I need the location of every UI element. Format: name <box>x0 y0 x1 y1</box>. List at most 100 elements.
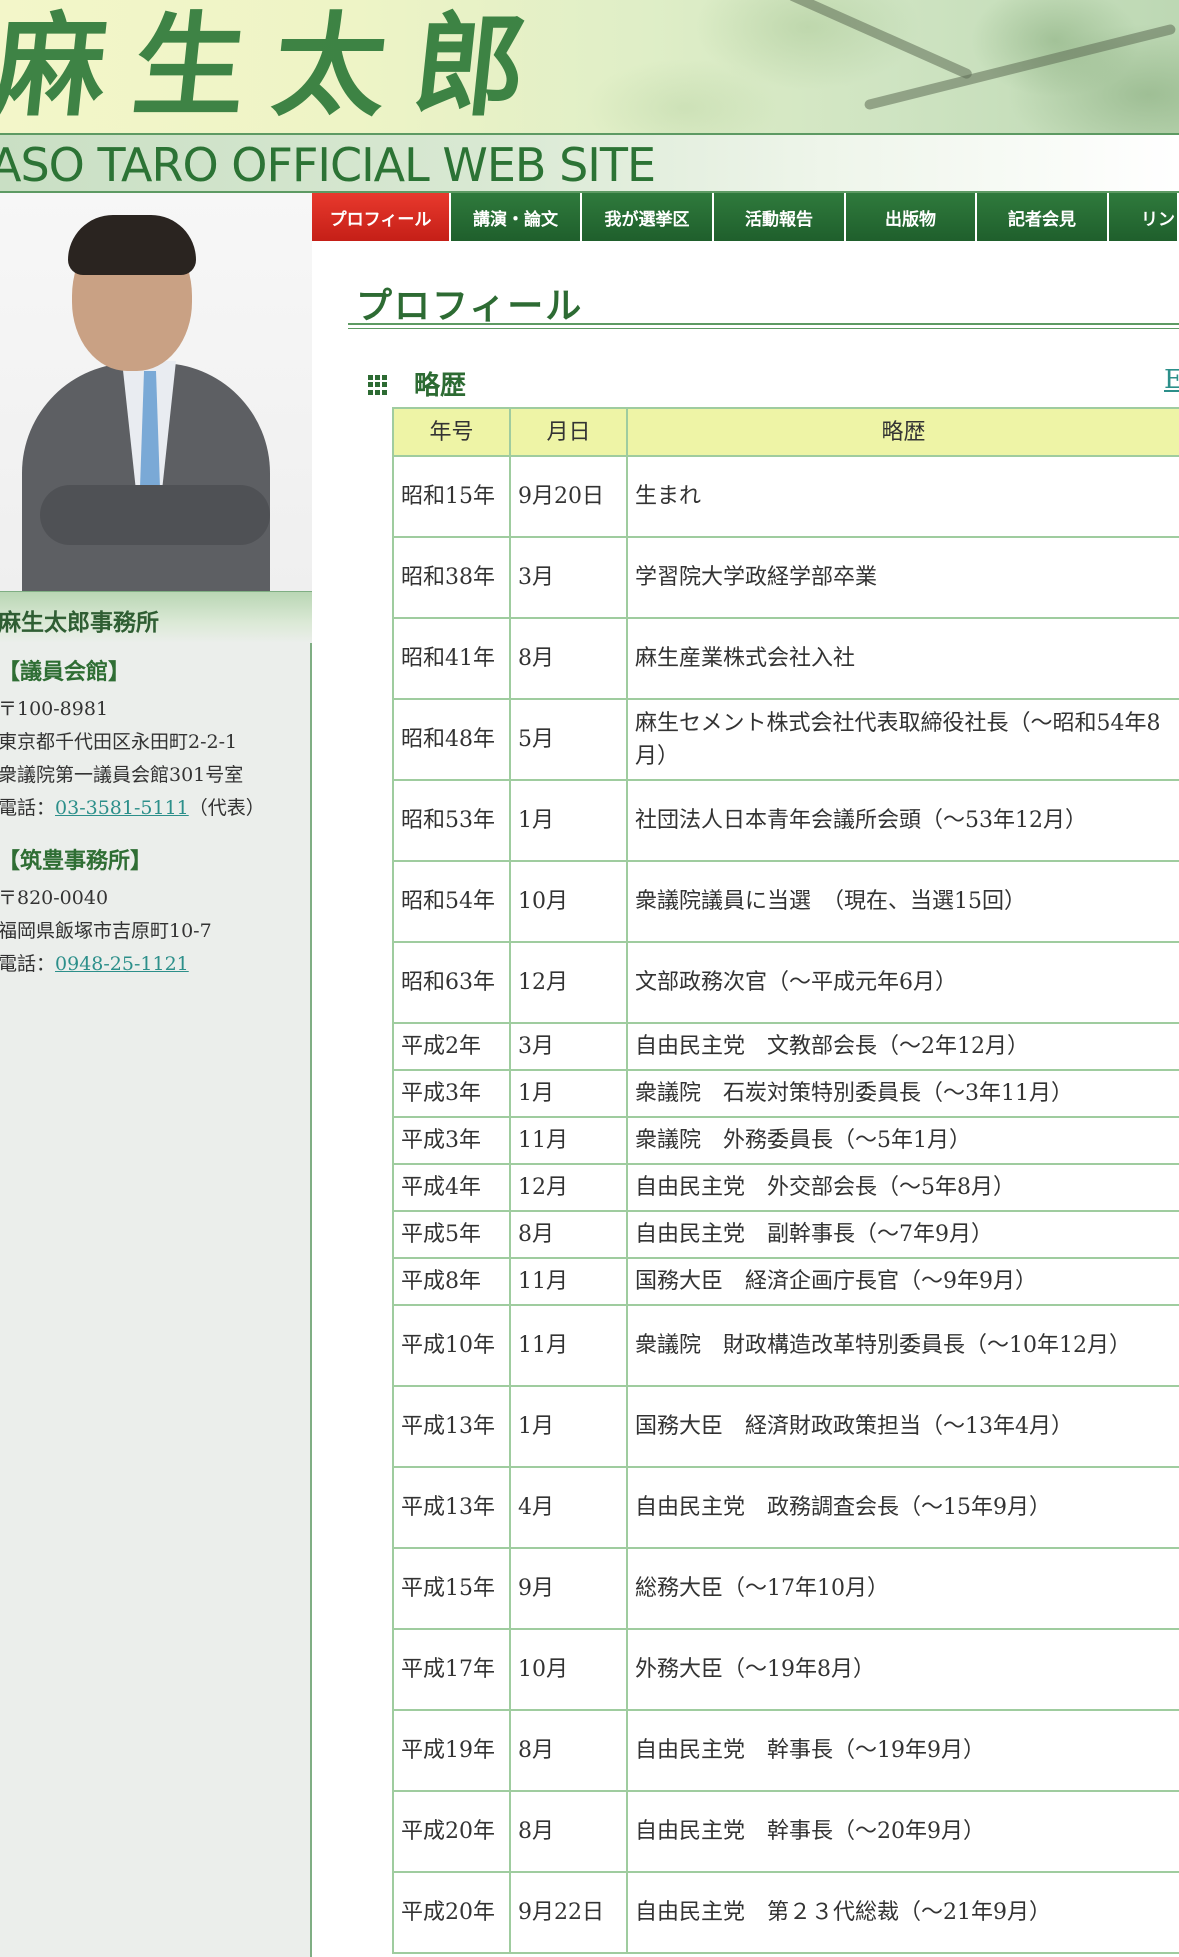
event-cell: 衆議院 外務委員長（〜5年1月） <box>626 1116 1179 1165</box>
grid-icon <box>368 375 388 395</box>
office-title: 麻生太郎事務所 <box>0 609 159 636</box>
event-cell: 文部政務次官（〜平成元年6月） <box>626 941 1179 1024</box>
year-cell: 平成13年 <box>392 1466 511 1549</box>
table-row: 平成17年 10月 外務大臣（〜19年8月） <box>392 1628 1179 1711</box>
date-cell: 1月 <box>509 1385 628 1468</box>
date-cell: 12月 <box>509 941 628 1024</box>
year-cell: 昭和41年 <box>392 617 511 700</box>
phone-suffix: （代表） <box>188 797 265 819</box>
year-cell: 昭和38年 <box>392 536 511 619</box>
phone-link[interactable]: 0948-25-1121 <box>55 953 189 975</box>
table-row: 昭和38年 3月 学習院大学政経学部卒業 <box>392 536 1179 619</box>
phone-label: 電話： <box>0 797 56 819</box>
tab-constituency[interactable]: 我が選挙区 <box>582 193 714 241</box>
phone-label: 電話： <box>0 953 56 975</box>
event-cell: 自由民主党 副幹事長（〜7年9月） <box>626 1210 1179 1259</box>
event-cell: 生まれ <box>626 455 1179 538</box>
year-cell: 昭和54年 <box>392 860 511 943</box>
table-row: 平成4年 12月 自由民主党 外交部会長（〜5年8月） <box>392 1163 1179 1212</box>
date-cell: 9月22日 <box>509 1871 628 1954</box>
year-cell: 平成19年 <box>392 1709 511 1792</box>
table-row: 昭和54年 10月 衆議院議員に当選 （現在、当選15回） <box>392 860 1179 943</box>
year-cell: 昭和15年 <box>392 455 511 538</box>
tab-publications[interactable]: 出版物 <box>846 193 977 241</box>
tab-activity-report[interactable]: 活動報告 <box>714 193 846 241</box>
date-cell: 9月20日 <box>509 455 628 538</box>
postal-code: 〒100-8981 <box>0 698 109 720</box>
year-cell: 平成15年 <box>392 1547 511 1630</box>
history-table: 年号 月日 略歴 昭和15年 9月20日 生まれ 昭和38年 3月 学習院大学政経学部卒業… <box>392 407 1179 1954</box>
table-row: 平成13年 4月 自由民主党 政務調査会長（〜15年9月） <box>392 1466 1179 1549</box>
title-divider <box>348 323 1179 329</box>
event-cell: 自由民主党 幹事長（〜19年9月） <box>626 1709 1179 1792</box>
year-cell: 平成5年 <box>392 1210 511 1259</box>
event-cell: 国務大臣 経済企画庁長官（〜9年9月） <box>626 1257 1179 1306</box>
table-row: 平成5年 8月 自由民主党 副幹事長（〜7年9月） <box>392 1210 1179 1259</box>
date-cell: 12月 <box>509 1163 628 1212</box>
event-cell: 自由民主党 文教部会長（〜2年12月） <box>626 1022 1179 1071</box>
date-cell: 8月 <box>509 1790 628 1873</box>
date-cell: 11月 <box>509 1304 628 1387</box>
year-cell: 平成17年 <box>392 1628 511 1711</box>
table-row: 平成13年 1月 国務大臣 経済財政政策担当（〜13年4月） <box>392 1385 1179 1468</box>
event-cell: 衆議院議員に当選 （現在、当選15回） <box>626 860 1179 943</box>
event-cell: 衆議院 財政構造改革特別委員長（〜10年12月） <box>626 1304 1179 1387</box>
table-row: 昭和41年 8月 麻生産業株式会社入社 <box>392 617 1179 700</box>
table-row: 平成3年 11月 衆議院 外務委員長（〜5年1月） <box>392 1116 1179 1165</box>
page-title: プロフィール <box>356 286 584 327</box>
event-cell: 自由民主党 第２３代総裁（〜21年9月） <box>626 1871 1179 1954</box>
english-link[interactable]: E <box>1164 365 1179 395</box>
event-cell: 自由民主党 外交部会長（〜5年8月） <box>626 1163 1179 1212</box>
office-name: 【筑豊事務所】 <box>0 848 153 874</box>
table-body: 昭和15年 9月20日 生まれ 昭和38年 3月 学習院大学政経学部卒業 昭和41年 8月 麻生… <box>392 455 1179 1954</box>
address-line: 衆議院第一議員会館301号室 <box>0 764 244 786</box>
table-row: 平成20年 8月 自由民主党 幹事長（〜20年9月） <box>392 1790 1179 1873</box>
tab-links[interactable]: リン <box>1109 193 1179 241</box>
date-cell: 9月 <box>509 1547 628 1630</box>
year-cell: 平成3年 <box>392 1116 511 1165</box>
date-cell: 3月 <box>509 536 628 619</box>
tab-press-conference[interactable]: 記者会見 <box>977 193 1109 241</box>
section-title: 略歴 <box>414 371 467 401</box>
main-nav: プロフィール 講演・論文 我が選挙区 活動報告 出版物 記者会見 リン <box>312 193 1179 241</box>
year-cell: 昭和48年 <box>392 698 511 781</box>
date-cell: 1月 <box>509 1069 628 1118</box>
office-name: 【議員会館】 <box>0 659 131 685</box>
event-cell: 麻生産業株式会社入社 <box>626 617 1179 700</box>
event-cell: 麻生セメント株式会社代表取締役社長（〜昭和54年8月） <box>626 698 1179 781</box>
table-row: 平成20年 9月22日 自由民主党 第２３代総裁（〜21年9月） <box>392 1871 1179 1954</box>
date-cell: 8月 <box>509 1210 628 1259</box>
event-cell: 外務大臣（〜19年8月） <box>626 1628 1179 1711</box>
tab-lectures[interactable]: 講演・論文 <box>451 193 582 241</box>
table-row: 平成3年 1月 衆議院 石炭対策特別委員長（〜3年11月） <box>392 1069 1179 1118</box>
office-chikuho: 【筑豊事務所】 〒820-0040 福岡県飯塚市吉原町10-7 電話：0948-… <box>0 845 212 981</box>
tab-profile[interactable]: プロフィール <box>312 193 451 241</box>
year-cell: 平成8年 <box>392 1257 511 1306</box>
profile-photo <box>0 193 312 591</box>
main-content: プロフィール 略歴 E 年号 月日 略歴 昭和15年 9月20日 生まれ 昭和38年 3… <box>312 241 1179 1957</box>
year-cell: 昭和63年 <box>392 941 511 1024</box>
date-cell: 11月 <box>509 1257 628 1306</box>
year-cell: 昭和53年 <box>392 779 511 862</box>
phone-link[interactable]: 03-3581-5111 <box>55 797 189 819</box>
date-cell: 11月 <box>509 1116 628 1165</box>
date-cell: 5月 <box>509 698 628 781</box>
table-row: 平成8年 11月 国務大臣 経済企画庁長官（〜9年9月） <box>392 1257 1179 1306</box>
table-row: 平成19年 8月 自由民主党 幹事長（〜19年9月） <box>392 1709 1179 1792</box>
table-row: 平成15年 9月 総務大臣（〜17年10月） <box>392 1547 1179 1630</box>
table-row: 昭和48年 5月 麻生セメント株式会社代表取締役社長（〜昭和54年8月） <box>392 698 1179 781</box>
date-cell: 8月 <box>509 617 628 700</box>
date-cell: 10月 <box>509 1628 628 1711</box>
site-title[interactable]: ASO TARO OFFICIAL WEB SITE <box>0 137 656 193</box>
date-cell: 3月 <box>509 1022 628 1071</box>
photo-hair <box>68 215 196 275</box>
event-cell: 国務大臣 経済財政政策担当（〜13年4月） <box>626 1385 1179 1468</box>
column-header: 月日 <box>509 407 628 457</box>
tree-foliage-decoration <box>560 0 1179 135</box>
table-header-row: 年号 月日 略歴 <box>392 407 1179 457</box>
date-cell: 1月 <box>509 779 628 862</box>
event-cell: 衆議院 石炭対策特別委員長（〜3年11月） <box>626 1069 1179 1118</box>
year-cell: 平成10年 <box>392 1304 511 1387</box>
date-cell: 8月 <box>509 1709 628 1792</box>
table-row: 平成2年 3月 自由民主党 文教部会長（〜2年12月） <box>392 1022 1179 1071</box>
